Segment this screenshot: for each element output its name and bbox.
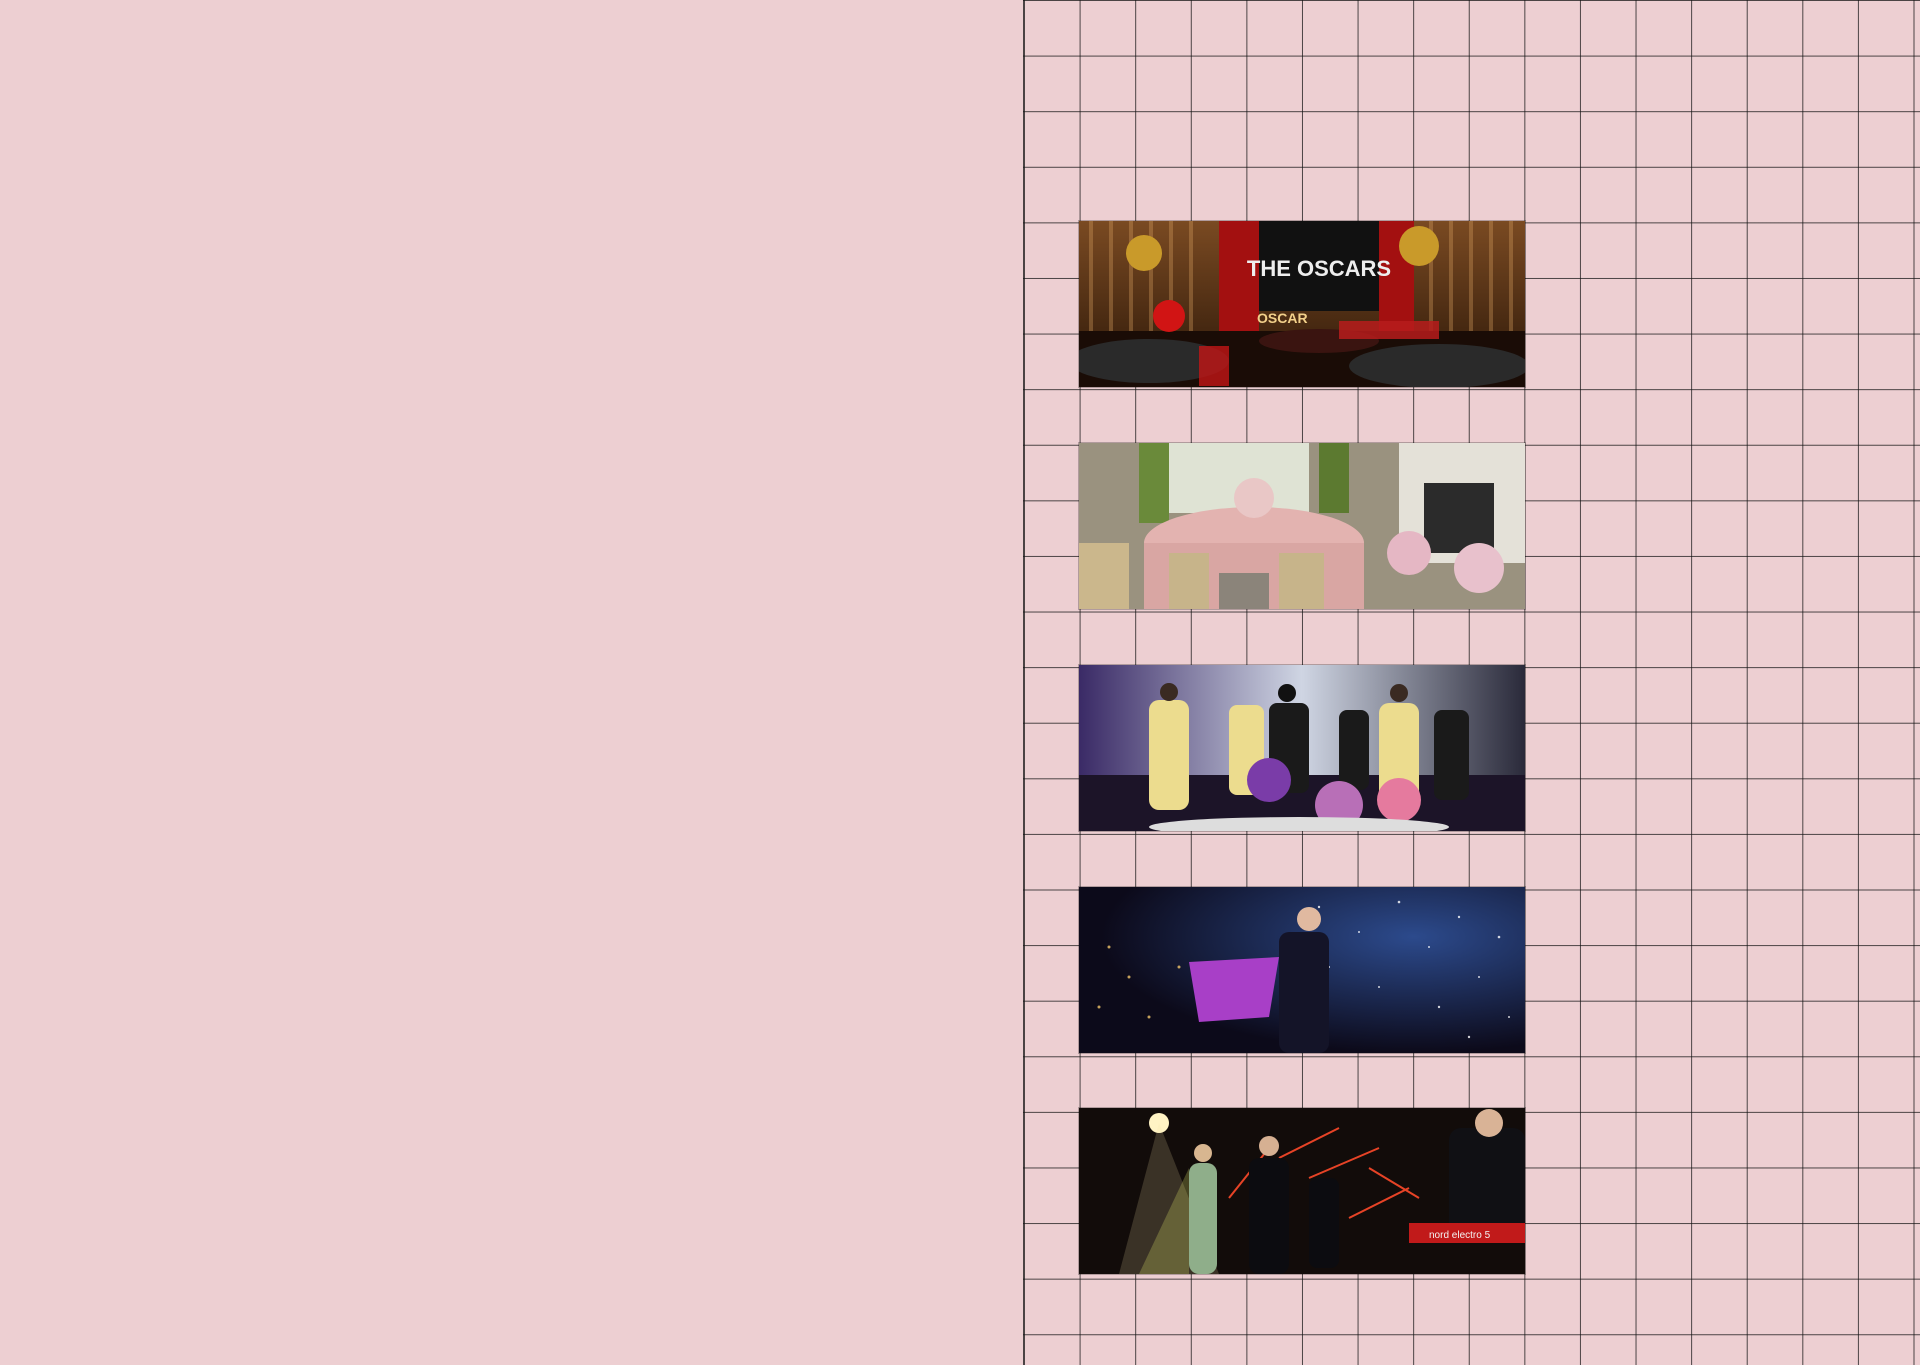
oscars-banquet-image: THE OSCARS OSCAR xyxy=(1079,221,1525,387)
live-band-image: nord electro 5 xyxy=(1079,1108,1525,1274)
page: THE OSCARS OSCAR nord electro 5 xyxy=(0,0,1920,1365)
left-blank-panel xyxy=(0,0,1023,1365)
live-band-photo: nord electro 5 xyxy=(1079,1108,1525,1274)
dance-performance-image xyxy=(1079,665,1525,831)
dance-performance-photo xyxy=(1079,665,1525,831)
oscars-banquet-photo: THE OSCARS OSCAR xyxy=(1079,221,1525,387)
keyboard-label: nord electro 5 xyxy=(1429,1230,1491,1241)
magician-performance-image xyxy=(1079,887,1525,1053)
pink-dining-room-photo xyxy=(1079,443,1525,609)
pink-dining-room-image xyxy=(1079,443,1525,609)
magician-performance-photo xyxy=(1079,887,1525,1053)
stage-sign: THE OSCARS xyxy=(1247,256,1391,281)
floor-sign: OSCAR xyxy=(1257,310,1308,326)
